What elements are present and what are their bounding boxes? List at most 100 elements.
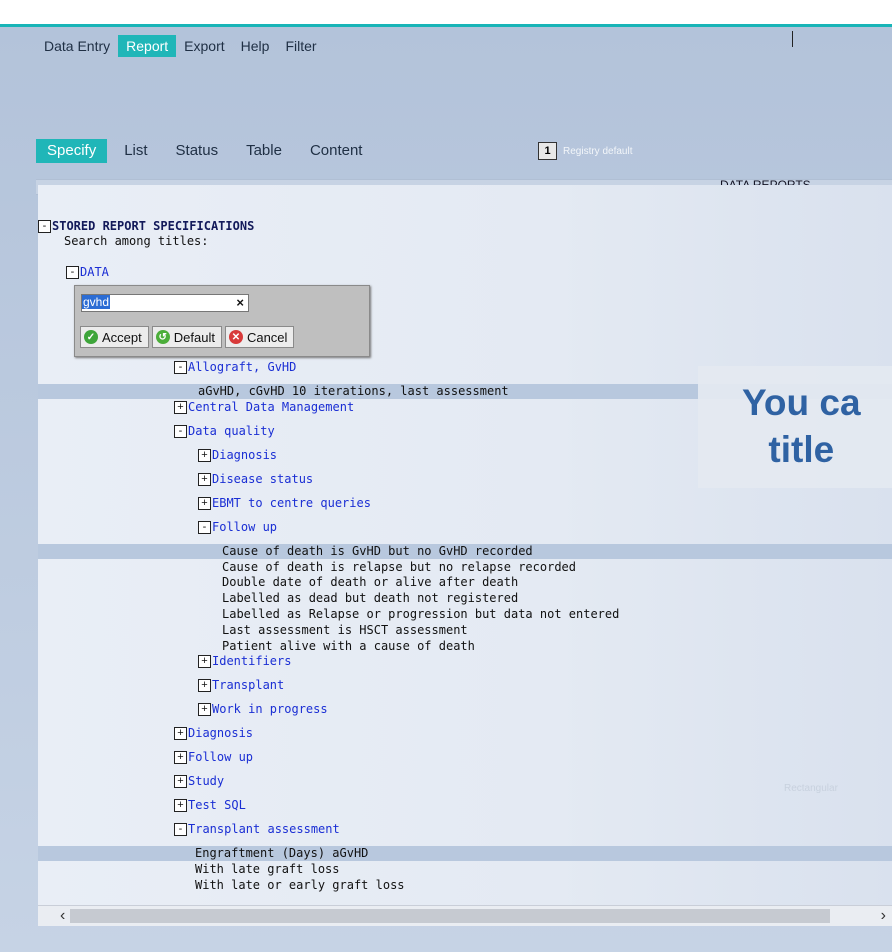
tab-specify[interactable]: Specify	[36, 139, 108, 163]
row-label: Double date of death or alive after deat…	[222, 575, 519, 590]
tab-content[interactable]: Content	[299, 139, 374, 163]
expand-toggle[interactable]: +	[174, 775, 187, 789]
registry-selector[interactable]: 1 Registry default	[538, 142, 632, 160]
report-item[interactable]: With late graft loss	[195, 862, 340, 877]
default-button[interactable]: ↺ Default	[151, 326, 222, 348]
menu-bar: Data Entry Report Export Help Filter	[36, 35, 325, 57]
menu-item-filter[interactable]: Filter	[277, 35, 324, 57]
expand-toggle[interactable]: +	[174, 727, 187, 741]
clear-icon[interactable]: ×	[236, 295, 244, 310]
window-top-margin	[0, 0, 892, 24]
row-label: Cause of death is relapse but no relapse…	[222, 559, 577, 574]
scroll-thumb[interactable]	[70, 909, 830, 923]
accept-button[interactable]: ✓ Accept	[80, 326, 149, 348]
cancel-label: Cancel	[246, 329, 288, 345]
row-label: Study	[188, 774, 225, 789]
report-item[interactable]: Labelled as Relapse or progression but d…	[222, 607, 619, 622]
collapse-toggle[interactable]: -	[174, 823, 187, 837]
row-label: Diagnosis	[188, 726, 254, 741]
row-label: aGvHD, cGvHD 10 iterations, last assessm…	[198, 384, 509, 398]
row-label: Transplant	[212, 678, 285, 693]
report-item[interactable]: Engraftment (Days) aGvHD	[195, 846, 368, 861]
search-input[interactable]: gvhd ×	[81, 294, 249, 312]
row-label: Patient alive with a cause of death	[222, 638, 475, 653]
registry-number[interactable]: 1	[538, 142, 557, 160]
tree-node[interactable]: - Allograft, GvHD	[174, 360, 296, 375]
menu-item-report[interactable]: Report	[118, 35, 177, 57]
expand-toggle[interactable]: +	[198, 448, 211, 462]
row-label: EBMT to centre queries	[212, 495, 371, 510]
tree-node[interactable]: + Diagnosis	[174, 726, 253, 741]
report-item[interactable]: Cause of death is GvHD but no GvHD recor…	[222, 544, 533, 559]
tree-node[interactable]: - Data quality	[174, 424, 275, 439]
collapse-toggle[interactable]: -	[198, 520, 211, 534]
tree-node[interactable]: + Disease status	[198, 472, 313, 487]
row-label: Diagnosis	[212, 447, 278, 462]
text-cursor	[792, 31, 793, 47]
tab-table[interactable]: Table	[235, 139, 293, 163]
expand-toggle[interactable]: +	[198, 655, 211, 669]
row-label: Labelled as Relapse or progression but d…	[222, 607, 620, 621]
overlay-caption: You ca title	[742, 379, 861, 473]
overlay-line-2: title	[768, 429, 835, 470]
report-item[interactable]: Patient alive with a cause of death	[222, 639, 475, 654]
overlay-line-1: You ca	[742, 382, 861, 423]
menu-item-export[interactable]: Export	[176, 35, 232, 57]
report-item[interactable]: aGvHD, cGvHD 10 iterations, last assessm…	[198, 384, 509, 399]
row-label: Follow up	[188, 750, 254, 765]
row-label: Last assessment is HSCT assessment	[222, 622, 468, 637]
row-label: Engraftment (Days) aGvHD	[195, 846, 369, 861]
tab-status[interactable]: Status	[165, 139, 230, 163]
row-label: Identifiers	[212, 654, 292, 669]
tree-node[interactable]: + Follow up	[174, 750, 253, 765]
collapse-toggle[interactable]: -	[66, 266, 79, 279]
expand-toggle[interactable]: +	[198, 496, 211, 510]
report-item[interactable]: Cause of death is relapse but no relapse…	[222, 560, 576, 575]
report-item[interactable]: Double date of death or alive after deat…	[222, 575, 518, 590]
tab-list[interactable]: List	[113, 139, 158, 163]
collapse-toggle[interactable]: -	[174, 361, 187, 374]
cancel-icon: ✕	[228, 330, 243, 344]
accept-label: Accept	[102, 329, 142, 345]
tree-node[interactable]: + EBMT to centre queries	[198, 496, 371, 511]
tree-node-data-label: DATA	[80, 265, 109, 279]
tree-node[interactable]: + Diagnosis	[198, 448, 277, 463]
report-item[interactable]: Labelled as dead but death not registere…	[222, 591, 518, 606]
expand-toggle[interactable]: +	[174, 751, 187, 765]
tree-root[interactable]: - STORED REPORT SPECIFICATIONS	[38, 219, 254, 234]
row-label: Follow up	[212, 519, 278, 534]
row-label: Transplant assessment	[188, 822, 340, 837]
tree-node[interactable]: - Follow up	[198, 520, 277, 535]
collapse-toggle[interactable]: -	[38, 220, 51, 233]
expand-toggle[interactable]: +	[174, 799, 187, 813]
expand-toggle[interactable]: +	[174, 400, 187, 414]
tree-node[interactable]: + Test SQL	[174, 798, 246, 813]
expand-toggle[interactable]: +	[198, 679, 211, 693]
menu-item-help[interactable]: Help	[233, 35, 278, 57]
tab-bar: Specify List Status Table Content	[36, 139, 379, 163]
tree-node[interactable]: + Study	[174, 774, 224, 789]
tree-node[interactable]: + Central Data Management	[174, 400, 354, 415]
scroll-right-icon[interactable]: ›	[881, 907, 886, 925]
report-item[interactable]: Last assessment is HSCT assessment	[222, 623, 468, 638]
tree-node[interactable]: - Transplant assessment	[174, 822, 340, 837]
horizontal-scrollbar[interactable]: ‹ ›	[38, 905, 892, 926]
search-label: Search among titles:	[64, 234, 209, 248]
expand-toggle[interactable]: +	[198, 703, 211, 717]
row-label: With late or early graft loss	[195, 878, 405, 892]
tree-node[interactable]: + Identifiers	[198, 654, 291, 669]
tree-node[interactable]: + Work in progress	[198, 702, 328, 717]
collapse-toggle[interactable]: -	[174, 424, 187, 438]
tree-node-data[interactable]: - DATA	[66, 265, 109, 280]
row-label: Cause of death is GvHD but no GvHD recor…	[222, 543, 533, 558]
menu-item-data-entry[interactable]: Data Entry	[36, 35, 118, 57]
cancel-button[interactable]: ✕ Cancel	[224, 326, 295, 348]
report-item[interactable]: With late or early graft loss	[195, 878, 405, 893]
faint-label: Rectangular	[784, 783, 838, 794]
expand-toggle[interactable]: +	[198, 472, 211, 486]
row-label: Test SQL	[188, 798, 246, 813]
scroll-left-icon[interactable]: ‹	[60, 907, 65, 925]
default-label: Default	[173, 329, 215, 345]
search-popup: gvhd × ✓ Accept ↺ Default ✕ Cancel	[74, 285, 370, 357]
tree-node[interactable]: + Transplant	[198, 678, 284, 693]
